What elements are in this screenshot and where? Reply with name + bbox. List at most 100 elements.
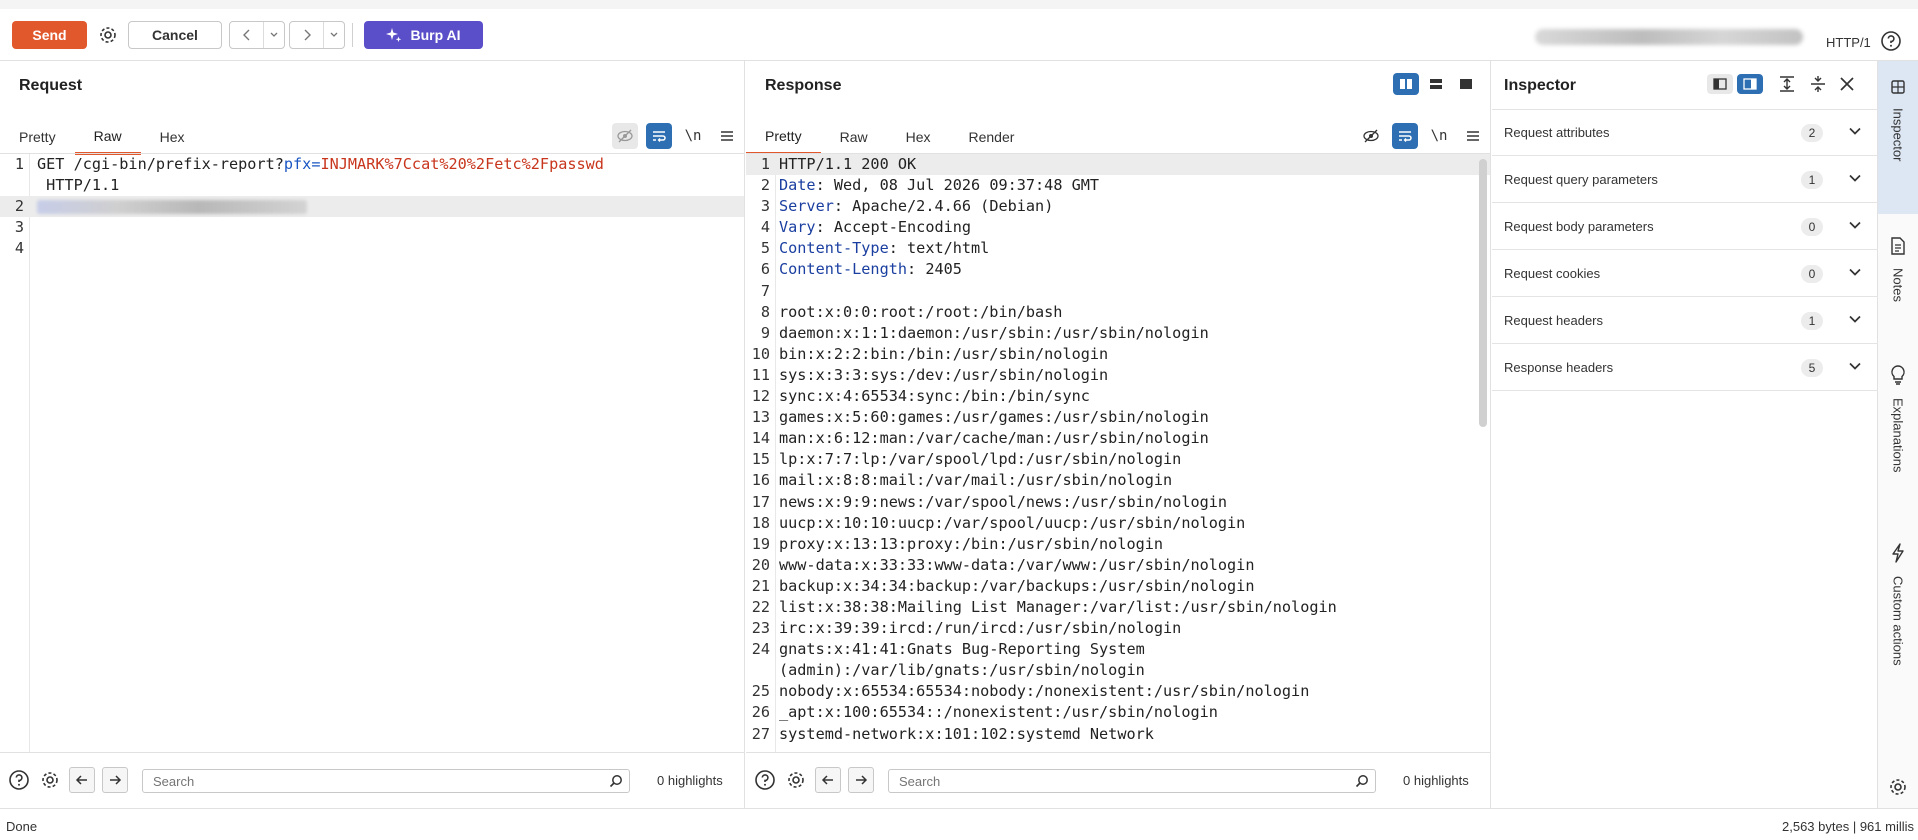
response-tab-hex[interactable]: Hex [887,119,950,155]
request-menu-icon[interactable] [714,123,740,149]
layout-single-icon[interactable] [1453,73,1479,95]
request-search-prev-icon[interactable] [69,767,95,793]
response-body-line[interactable]: 21 backup:x:34:34:backup:/var/backups:/us… [746,576,1490,597]
response-search-prev-icon[interactable] [815,767,841,793]
sidebar-item-inspector[interactable]: Inspector [1878,61,1918,214]
sidebar-label: Explanations [1890,398,1906,473]
response-header-line[interactable]: 3 Server: Apache/2.4.66 (Debian) [746,196,1490,217]
inspector-section-request-headers[interactable]: Request headers 1 [1492,298,1878,344]
response-body-text: root:x:0:0:root:/root:/bin/bash [779,302,1063,321]
response-body-line[interactable]: 16 mail:x:8:8:mail:/var/mail:/usr/sbin/no… [746,470,1490,491]
response-body-line[interactable]: 19 proxy:x:13:13:proxy:/bin:/usr/sbin/nol… [746,534,1490,555]
http-version-label[interactable]: HTTP/1 [1826,35,1871,50]
inspector-section-request-attributes[interactable]: Request attributes 2 [1492,110,1878,156]
target-host-redacted[interactable] [1535,29,1803,45]
forward-arrow-icon[interactable] [290,22,324,48]
wrap-lines-icon[interactable] [1392,123,1418,149]
response-tab-render[interactable]: Render [950,119,1034,155]
response-blank-line[interactable]: 7 [746,281,1490,302]
sidebar-item-custom-actions[interactable]: Custom actions [1878,541,1918,761]
layout-stacked-icon[interactable] [1423,73,1449,95]
request-line-wrapped[interactable]: HTTP/1.1 [0,175,744,196]
help-icon[interactable] [1880,30,1902,55]
request-editor[interactable]: 1 GET /cgi-bin/prefix-report?pfx=INJMARK… [0,154,744,752]
request-tab-raw[interactable]: Raw [74,119,141,155]
response-body-line[interactable]: 9 daemon:x:1:1:daemon:/usr/sbin:/usr/sbin… [746,323,1490,344]
response-header-line[interactable]: 6 Content-Length: 2405 [746,259,1490,280]
response-menu-icon[interactable] [1460,123,1486,149]
response-body-line[interactable]: 20 www-data:x:33:33:www-data:/var/www:/us… [746,555,1490,576]
response-body-line[interactable]: (admin):/var/lib/gnats:/usr/sbin/nologin [746,660,1490,681]
request-tab-hex[interactable]: Hex [141,119,204,155]
request-line[interactable]: 1 GET /cgi-bin/prefix-report?pfx=INJMARK… [0,154,744,175]
sidebar-item-explanations[interactable]: Explanations [1878,363,1918,543]
response-body: 8 root:x:0:0:root:/root:/bin/bash 9 daemon:… [746,302,1490,745]
response-search-input[interactable] [889,770,1375,792]
burp-ai-button[interactable]: Burp AI [364,21,483,49]
response-search-settings-gear-icon[interactable] [783,767,809,793]
back-dropdown-chevron-icon[interactable] [264,22,284,48]
line-number: 16 [751,471,770,490]
request-empty-line[interactable]: 3 [0,217,744,238]
wrap-lines-icon[interactable] [646,123,672,149]
response-tab-raw[interactable]: Raw [821,119,887,155]
hide-nonprintable-icon[interactable] [1358,123,1384,149]
response-body-line[interactable]: 10 bin:x:2:2:bin:/bin:/usr/sbin/nologin [746,344,1490,365]
response-body-text: gnats:x:41:41:Gnats Bug-Reporting System [779,640,1145,659]
inspector-section-cookies[interactable]: Request cookies 0 [1492,251,1878,297]
response-tab-pretty[interactable]: Pretty [746,119,821,155]
response-body-line[interactable]: 15 lp:x:7:7:lp:/var/spool/lpd:/usr/sbin/n… [746,449,1490,470]
sidebar-label: Notes [1890,268,1906,302]
response-body-line[interactable]: 13 games:x:5:60:games:/usr/games:/usr/sbi… [746,407,1490,428]
back-arrow-icon[interactable] [230,22,264,48]
request-search-next-icon[interactable] [102,767,128,793]
send-settings-gear-icon[interactable] [94,21,122,49]
inspector-section-body-parameters[interactable]: Request body parameters 0 [1492,204,1878,250]
send-button[interactable]: Send [12,21,87,49]
sidebar-settings-gear-icon[interactable] [1888,777,1908,800]
response-header-line[interactable]: 5 Content-Type: text/html [746,238,1490,259]
response-body-line[interactable]: 27 systemd-network:x:101:102:systemd Netw… [746,724,1490,745]
expand-all-icon[interactable] [1778,75,1796,96]
response-body-line[interactable]: 11 sys:x:3:3:sys:/dev:/usr/sbin/nologin [746,365,1490,386]
response-header-line[interactable]: 4 Vary: Accept-Encoding [746,217,1490,238]
forward-dropdown-chevron-icon[interactable] [324,22,344,48]
response-body-line[interactable]: 25 nobody:x:65534:65534:nobody:/nonexiste… [746,681,1490,702]
hide-nonprintable-icon[interactable] [612,123,638,149]
response-body-line[interactable]: 8 root:x:0:0:root:/root:/bin/bash [746,302,1490,323]
inspector-section-response-headers[interactable]: Response headers 5 [1492,345,1878,391]
inspector-layout-left-icon[interactable] [1707,74,1733,94]
response-body-line[interactable]: 24 gnats:x:41:41:Gnats Bug-Reporting Syst… [746,639,1490,660]
inspector-layout-right-icon[interactable] [1737,74,1763,94]
show-newlines-icon[interactable]: \n [1426,123,1452,149]
response-help-icon[interactable] [752,767,778,793]
inspector-section-query-parameters[interactable]: Request query parameters 1 [1492,157,1878,203]
response-body-line[interactable]: 22 list:x:38:38:Mailing List Manager:/var… [746,597,1490,618]
request-search-input[interactable] [143,770,629,792]
response-status-line[interactable]: 1 HTTP/1.1 200 OK [746,154,1490,176]
request-tab-pretty[interactable]: Pretty [0,119,75,155]
response-body-line[interactable]: 12 sync:x:4:65534:sync:/bin:/bin/sync [746,386,1490,407]
response-scrollbar-thumb[interactable] [1479,159,1487,427]
response-editor[interactable]: 1 HTTP/1.1 200 OK 2 Date: Wed, 08 Jul 20… [746,154,1490,752]
response-body-line[interactable]: 17 news:x:9:9:news:/var/spool/news:/usr/s… [746,492,1490,513]
collapse-all-icon[interactable] [1809,75,1827,96]
request-empty-line[interactable]: 4 [0,238,744,259]
section-count-badge: 1 [1801,170,1823,189]
sidebar-item-notes[interactable]: Notes [1878,233,1918,343]
response-header-line[interactable]: 2 Date: Wed, 08 Jul 2026 09:37:48 GMT [746,175,1490,196]
response-body-line[interactable]: 14 man:x:6:12:man:/var/cache/man:/usr/sbi… [746,428,1490,449]
response-body-line[interactable]: 26 _apt:x:100:65534::/nonexistent:/usr/sb… [746,702,1490,723]
chevron-down-icon [1847,311,1863,330]
search-icon [1355,774,1369,791]
response-body-line[interactable]: 18 uucp:x:10:10:uucp:/var/spool/uucp:/usr… [746,513,1490,534]
request-host-line[interactable]: 2 [0,196,744,218]
response-body-line[interactable]: 23 irc:x:39:39:ircd:/run/ircd:/usr/sbin/n… [746,618,1490,639]
show-newlines-icon[interactable]: \n [680,123,706,149]
request-search-settings-gear-icon[interactable] [37,767,63,793]
cancel-button[interactable]: Cancel [128,21,222,49]
request-help-icon[interactable] [6,767,32,793]
close-icon[interactable] [1838,75,1856,96]
response-search-next-icon[interactable] [848,767,874,793]
layout-side-by-side-icon[interactable] [1393,73,1419,95]
